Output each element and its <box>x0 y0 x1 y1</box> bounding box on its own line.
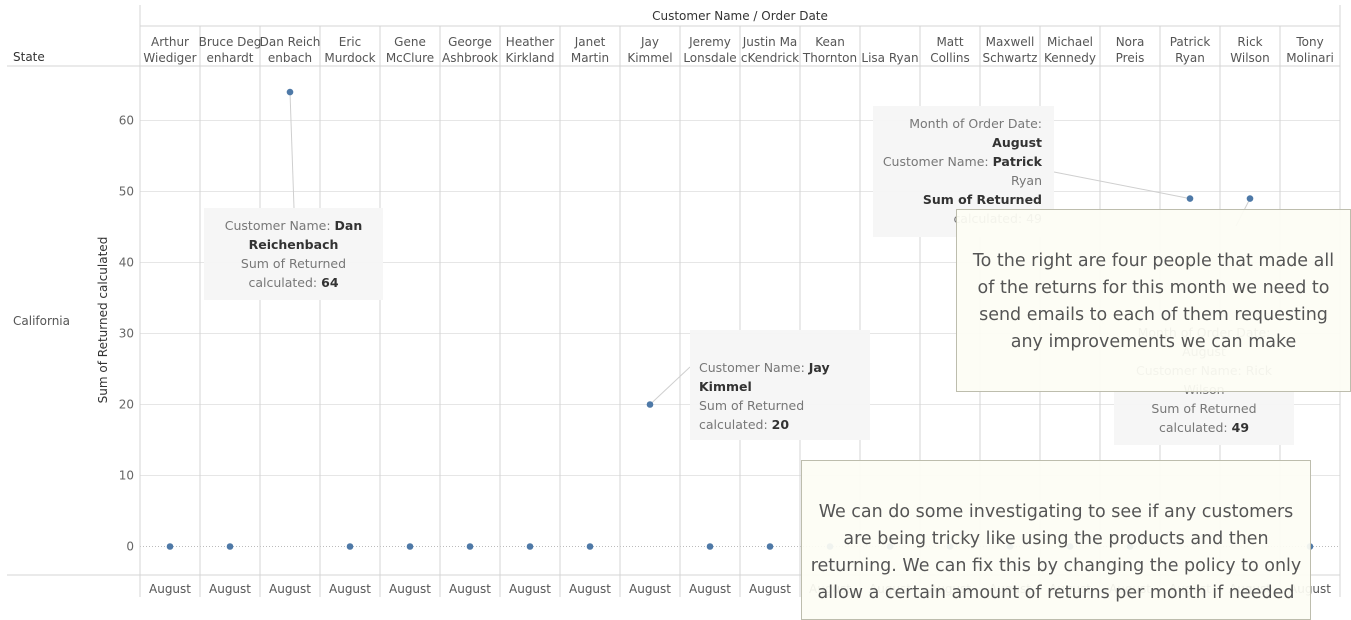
customer-name-label: Rick <box>1237 35 1262 49</box>
customer-name-label: Michael <box>1047 35 1093 49</box>
month-label: August <box>269 582 311 596</box>
y-tick-label: 50 <box>119 185 134 199</box>
customer-name-label: Kennedy <box>1044 51 1096 65</box>
month-label: August <box>1049 582 1091 596</box>
data-point <box>1186 195 1194 202</box>
data-point <box>706 543 714 550</box>
data-point <box>946 543 954 550</box>
customer-name-label: cKendrick <box>741 51 799 65</box>
data-point <box>406 543 414 550</box>
customer-name-label: Collins <box>930 51 970 65</box>
customer-name-label: Maxwell <box>986 35 1035 49</box>
customer-name-label: Ashbrook <box>442 51 498 65</box>
customer-name-label: Lisa Ryan <box>861 51 918 65</box>
y-tick-label: 40 <box>119 256 134 270</box>
month-label: August <box>1109 582 1151 596</box>
month-label: August <box>1169 582 1211 596</box>
customer-name-label: Heather <box>506 35 554 49</box>
tooltip-leader-line <box>1053 171 1191 200</box>
customer-name-label: Dan Reich <box>260 35 321 49</box>
y-tick-label: 60 <box>119 114 134 128</box>
data-point <box>646 401 654 408</box>
data-point <box>1006 543 1014 550</box>
customer-name-label: Arthur <box>151 35 189 49</box>
month-label: August <box>149 582 191 596</box>
month-label: August <box>1289 582 1331 596</box>
month-label: August <box>929 582 971 596</box>
customer-name-label: Lonsdale <box>683 51 736 65</box>
customer-name-label: Martin <box>571 51 609 65</box>
data-point <box>1306 543 1314 550</box>
customer-name-label: Kean <box>815 35 845 49</box>
data-point <box>166 543 174 550</box>
data-point <box>1066 543 1074 550</box>
customer-name-label: Kirkland <box>506 51 555 65</box>
customer-name-label: Justin Ma <box>742 35 798 49</box>
row-label-california: California <box>13 314 70 328</box>
month-label: August <box>989 582 1031 596</box>
customer-name-label: Schwartz <box>983 51 1038 65</box>
customer-name-label: enhardt <box>207 51 254 65</box>
customer-name-label: Ryan <box>1175 51 1205 65</box>
customer-name-label: Gene <box>394 35 426 49</box>
customer-name-label: George <box>448 35 492 49</box>
data-point <box>766 543 774 550</box>
data-point <box>886 543 894 550</box>
month-label: August <box>869 582 911 596</box>
month-label: August <box>449 582 491 596</box>
month-label: August <box>629 582 671 596</box>
customer-name-label: Jeremy <box>688 35 731 49</box>
customer-name-label: Molinari <box>1286 51 1334 65</box>
data-point <box>346 543 354 550</box>
data-point <box>286 88 294 96</box>
data-point <box>1246 195 1254 202</box>
customer-name-label: Eric <box>339 35 361 49</box>
month-label: August <box>509 582 551 596</box>
month-label: August <box>209 582 251 596</box>
customer-name-label: McClure <box>386 51 434 65</box>
tooltip-leader-line <box>289 92 295 209</box>
y-axis-title: Sum of Returned calculated <box>96 237 110 404</box>
customer-name-label: Wilson <box>1230 51 1269 65</box>
customer-name-label: Bruce Deg <box>199 35 262 49</box>
customer-name-label: Murdock <box>324 51 375 65</box>
tooltip-leader-line <box>1235 198 1251 227</box>
data-point <box>466 543 474 550</box>
month-label: August <box>329 582 371 596</box>
data-point <box>226 543 234 550</box>
row-header-title: State <box>13 50 45 64</box>
y-tick-label: 0 <box>126 540 134 554</box>
customer-name-label: Wiediger <box>143 51 196 65</box>
returns-scatter-chart: Customer Name / Order Date State Californi… <box>7 5 1341 597</box>
customer-name-label: Jay <box>640 35 659 49</box>
data-point <box>526 543 534 550</box>
data-point <box>1126 543 1134 550</box>
column-header-title: Customer Name / Order Date <box>652 9 828 23</box>
customer-name-label: Kimmel <box>627 51 672 65</box>
customer-name-label: Janet <box>574 35 606 49</box>
customer-name-label: Matt <box>936 35 963 49</box>
customer-name-label: Nora <box>1116 35 1145 49</box>
data-point <box>826 543 834 550</box>
data-point <box>586 543 594 550</box>
customer-name-label: Patrick <box>1170 35 1211 49</box>
month-label: August <box>809 582 851 596</box>
month-label: August <box>749 582 791 596</box>
y-tick-label: 10 <box>119 469 134 483</box>
y-tick-label: 20 <box>119 398 134 412</box>
month-label: August <box>689 582 731 596</box>
month-label: August <box>1229 582 1271 596</box>
month-label: August <box>389 582 431 596</box>
month-label: August <box>569 582 611 596</box>
customer-name-label: Preis <box>1116 51 1145 65</box>
customer-name-label: Tony <box>1295 35 1323 49</box>
customer-name-label: Thornton <box>802 51 857 65</box>
customer-name-label: enbach <box>268 51 312 65</box>
y-tick-label: 30 <box>119 327 134 341</box>
tooltip-leader-line <box>649 366 691 405</box>
